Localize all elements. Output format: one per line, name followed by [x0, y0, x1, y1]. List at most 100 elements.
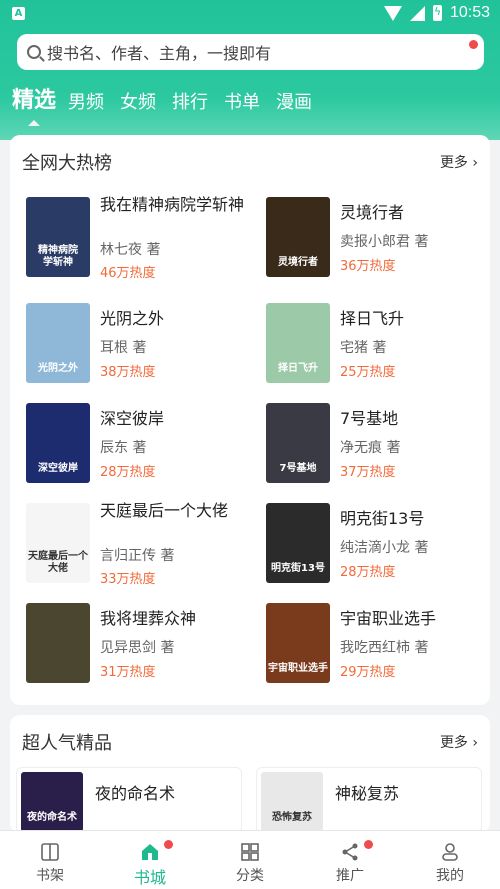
book-item[interactable]: 夜的命名术 夜的命名术 — [16, 767, 242, 833]
share-icon — [340, 842, 360, 862]
book-heat: 25万热度 — [340, 365, 396, 380]
cover-title: 深空彼岸 — [38, 463, 78, 474]
cover-title: 择日飞升 — [278, 363, 318, 374]
nav-label: 书城 — [133, 868, 166, 887]
notification-dot — [364, 840, 373, 849]
nav-label: 书架 — [36, 868, 64, 884]
bottom-nav: 书架 书城 分类 推广 我的 — [0, 830, 500, 889]
book-item[interactable]: 宇宙职业选手 宇宙职业选手 我吃西红柿 著 29万热度 — [266, 603, 496, 688]
book-item[interactable]: 天庭最后一个大佬 天庭最后一个大佬 言归正传 著 33万热度 — [26, 501, 256, 588]
more-link[interactable]: 更多 › — [440, 732, 478, 752]
nav-bookshelf[interactable]: 书架 — [0, 831, 100, 889]
tab-ranking[interactable]: 排行 — [172, 88, 208, 114]
book-title: 择日飞升 — [340, 309, 405, 328]
status-indicators: 10:53 — [383, 4, 490, 22]
popular-card: 超人气精品 更多 › 夜的命名术 夜的命名术 恐怖复苏 神秘复苏 — [10, 715, 490, 833]
book-cover[interactable]: 择日飞升 — [266, 303, 330, 383]
tab-booklist[interactable]: 书单 — [224, 88, 260, 114]
book-cover[interactable]: 恐怖复苏 — [261, 772, 323, 832]
cover-title: 精神病院 学斩神 — [38, 245, 78, 268]
book-title: 宇宙职业选手 — [340, 609, 437, 628]
book-title: 明克街13号 — [340, 509, 425, 528]
nav-label: 我的 — [436, 868, 464, 884]
book-author: 见异思剑 著 — [100, 640, 175, 656]
cover-title: 宇宙职业选手 — [268, 663, 328, 674]
book-item[interactable]: 光阴之外 光阴之外 耳根 著 38万热度 — [26, 303, 256, 388]
nav-share[interactable]: 推广 — [300, 831, 400, 889]
book-cover[interactable]: 夜的命名术 — [21, 772, 83, 832]
nav-category[interactable]: 分类 — [200, 831, 300, 889]
book-title: 灵境行者 — [340, 203, 405, 222]
nav-bookstore[interactable]: 书城 — [100, 831, 200, 889]
header: A 10:53 搜书名、作者、主角，一搜即有 精选 男频 女频 排行 书单 漫画 — [0, 0, 500, 140]
book-title: 光阴之外 — [100, 309, 165, 328]
book-title: 我将埋葬众神 — [100, 609, 197, 628]
book-item[interactable]: 7号基地 7号基地 净无痕 著 37万热度 — [266, 403, 496, 488]
book-heat: 46万热度 — [100, 266, 156, 281]
profile-icon — [440, 842, 460, 862]
cover-title: 恐怖复苏 — [272, 812, 312, 823]
book-title: 神秘复苏 — [335, 784, 400, 803]
book-heat: 31万热度 — [100, 665, 156, 680]
book-cover[interactable]: 7号基地 — [266, 403, 330, 483]
book-title: 我在精神病院学斩神 — [100, 195, 245, 214]
tab-female[interactable]: 女频 — [120, 88, 156, 114]
book-cover[interactable]: 明克街13号 — [266, 503, 330, 583]
book-author: 言归正传 著 — [100, 548, 175, 564]
tab-male[interactable]: 男频 — [68, 88, 104, 114]
book-author: 宅猪 著 — [340, 340, 387, 356]
section-title: 全网大热榜 — [22, 153, 112, 174]
book-item[interactable]: 深空彼岸 深空彼岸 辰东 著 28万热度 — [26, 403, 256, 488]
app-notification-icon: A — [12, 7, 25, 20]
book-author: 卖报小郎君 著 — [340, 234, 429, 250]
cover-title: 夜的命名术 — [27, 812, 77, 823]
nav-label: 分类 — [236, 868, 264, 884]
more-link[interactable]: 更多 › — [440, 152, 478, 172]
book-item[interactable]: 明克街13号 明克街13号 纯洁滴小龙 著 28万热度 — [266, 503, 496, 588]
cover-title: 灵境行者 — [278, 257, 318, 268]
section-title: 超人气精品 — [22, 733, 112, 754]
wifi-icon — [383, 5, 402, 21]
book-heat: 28万热度 — [100, 465, 156, 480]
book-cover[interactable]: 深空彼岸 — [26, 403, 90, 483]
book-author: 我吃西红柿 著 — [340, 640, 429, 656]
book-heat: 29万热度 — [340, 665, 396, 680]
book-item[interactable]: 灵境行者 灵境行者 卖报小郎君 著 36万热度 — [266, 197, 496, 282]
book-title: 深空彼岸 — [100, 409, 165, 428]
nav-profile[interactable]: 我的 — [400, 831, 500, 889]
book-author: 林七夜 著 — [100, 242, 161, 258]
book-cover[interactable] — [26, 603, 90, 683]
book-item[interactable]: 精神病院 学斩神 我在精神病院学斩神 林七夜 著 46万热度 — [26, 195, 256, 282]
tab-featured[interactable]: 精选 — [12, 82, 56, 126]
book-item[interactable]: 恐怖复苏 神秘复苏 — [256, 767, 482, 833]
category-tabs: 精选 男频 女频 排行 书单 漫画 — [12, 86, 328, 126]
book-cover[interactable]: 灵境行者 — [266, 197, 330, 277]
search-bar[interactable]: 搜书名、作者、主角，一搜即有 — [17, 34, 484, 70]
notification-dot — [164, 840, 173, 849]
more-label: 更多 — [439, 155, 468, 171]
cover-title: 7号基地 — [279, 463, 317, 474]
book-item[interactable]: 择日飞升 择日飞升 宅猪 著 25万热度 — [266, 303, 496, 388]
bookstore-icon — [140, 842, 160, 862]
book-title: 天庭最后一个大佬 — [100, 501, 229, 520]
search-placeholder: 搜书名、作者、主角，一搜即有 — [47, 44, 272, 63]
book-title: 夜的命名术 — [95, 784, 176, 803]
book-heat: 37万热度 — [340, 465, 396, 480]
cover-title: 明克街13号 — [271, 563, 325, 574]
book-title: 7号基地 — [340, 409, 399, 428]
book-cover[interactable]: 精神病院 学斩神 — [26, 197, 90, 277]
book-cover[interactable]: 光阴之外 — [26, 303, 90, 383]
book-author: 纯洁滴小龙 著 — [340, 540, 429, 556]
book-item[interactable]: 我将埋葬众神 见异思剑 著 31万热度 — [26, 603, 256, 688]
nav-label: 推广 — [336, 868, 364, 884]
book-cover[interactable]: 天庭最后一个大佬 — [26, 503, 90, 583]
cover-title: 光阴之外 — [38, 363, 78, 374]
book-author: 耳根 著 — [100, 340, 147, 356]
battery-icon — [432, 5, 442, 21]
book-author: 净无痕 著 — [340, 440, 401, 456]
status-bar: A 10:53 — [0, 0, 500, 28]
tab-comics[interactable]: 漫画 — [276, 88, 312, 114]
book-cover[interactable]: 宇宙职业选手 — [266, 603, 330, 683]
book-heat: 33万热度 — [100, 572, 156, 587]
category-icon — [240, 842, 260, 862]
